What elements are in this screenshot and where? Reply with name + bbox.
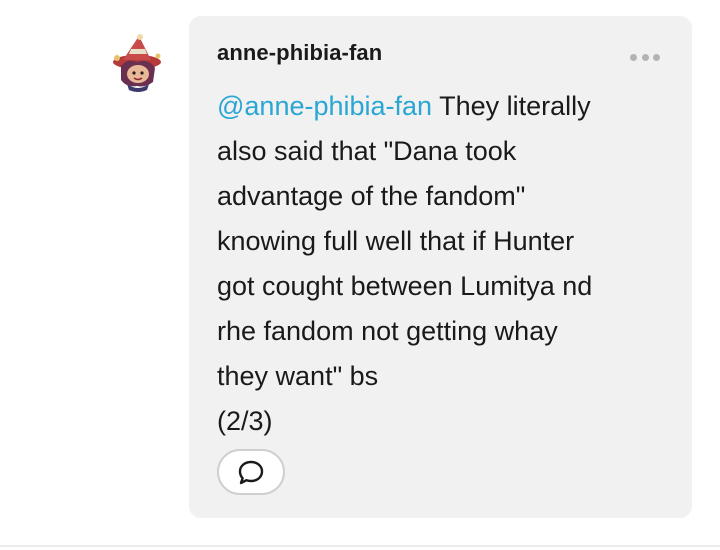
comment-line: they want" bs xyxy=(217,361,379,391)
speech-bubble-icon xyxy=(238,460,264,485)
mention-link[interactable]: @anne-phibia-fan xyxy=(217,91,432,121)
avatar[interactable] xyxy=(109,32,167,94)
witch-avatar-icon xyxy=(113,34,161,92)
reply-button[interactable] xyxy=(217,449,285,495)
comment-line: also said that "Dana took xyxy=(217,136,517,166)
comment-line-text: They literally xyxy=(432,91,591,121)
comment-line: rhe fandom not getting whay xyxy=(217,316,558,346)
comment-line: @anne-phibia-fan They literally xyxy=(217,84,667,129)
comment-bubble: anne-phibia-fan @anne-phibia-fan They li… xyxy=(189,16,692,518)
comment-line: advantage of the fandom" xyxy=(217,181,526,211)
comment-username[interactable]: anne-phibia-fan xyxy=(217,40,382,66)
comment-text: @anne-phibia-fan They literally also sai… xyxy=(217,84,667,444)
more-dots-icon xyxy=(630,53,637,61)
more-options-button[interactable] xyxy=(630,50,660,64)
comment-line: got cought between Lumitya nd xyxy=(217,271,593,301)
more-dots-icon xyxy=(653,53,660,61)
comment-line: (2/3) xyxy=(217,406,273,436)
divider xyxy=(0,545,720,547)
comment-line: knowing full well that if Hunter xyxy=(217,226,575,256)
comment-thread: anne-phibia-fan @anne-phibia-fan They li… xyxy=(0,0,720,550)
more-dots-icon xyxy=(641,53,649,61)
